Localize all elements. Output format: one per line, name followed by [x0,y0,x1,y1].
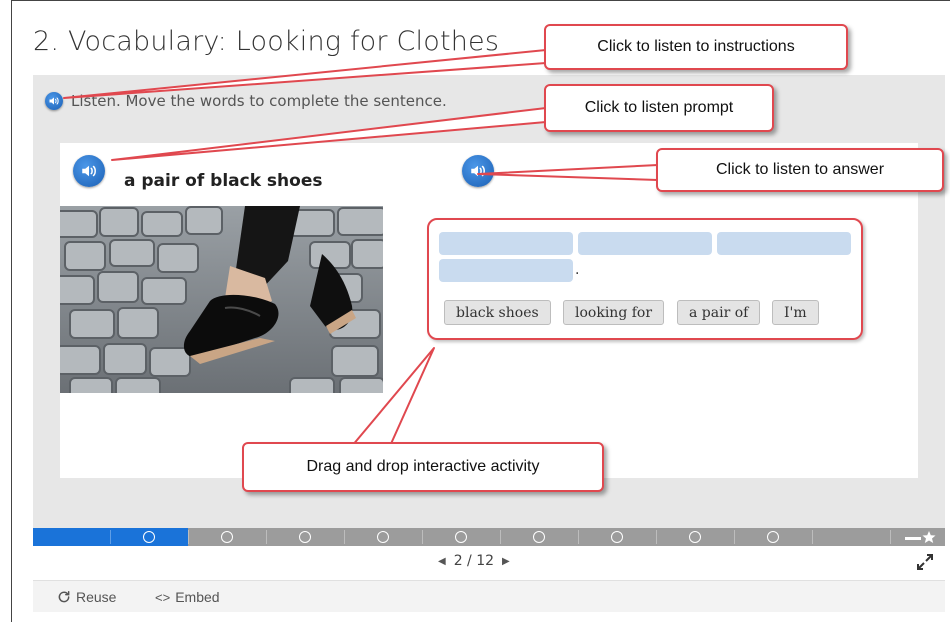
embed-button[interactable]: <> Embed [155,589,220,605]
progress-divider [266,530,267,544]
progress-divider [734,530,735,544]
page-indicator: 2 / 12 [453,553,495,569]
progress-divider [890,530,891,544]
next-arrow-icon[interactable]: ▶ [502,556,510,567]
speaker-icon [82,165,96,177]
code-icon: <> [155,589,171,605]
prompt-text: a pair of black shoes [124,171,323,191]
progress-dot[interactable] [377,531,389,543]
pager: ◀ 2 / 12 ▶ [438,553,510,569]
progress-divider [812,530,813,544]
progress-divider [422,530,423,544]
reuse-button[interactable]: Reuse [57,589,116,605]
progress-divider [110,530,111,544]
progress-dot[interactable] [533,531,545,543]
instructions-bar: Listen. Move the words to complete the s… [45,90,447,112]
progress-dot[interactable] [689,531,701,543]
callout-answer: Click to listen to answer [656,148,944,192]
progress-divider [344,530,345,544]
progress-dot[interactable] [611,531,623,543]
progress-divider [656,530,657,544]
instructions-audio-button[interactable] [45,92,63,110]
instructions-text: Listen. Move the words to complete the s… [71,92,447,110]
progress-dot[interactable] [143,531,155,543]
progress-dot[interactable] [767,531,779,543]
refresh-icon [58,591,70,603]
shoes-photo [60,206,383,393]
progress-divider [188,530,189,544]
fullscreen-icon[interactable] [916,553,934,571]
progress-dot[interactable] [221,531,233,543]
summary-star-icon[interactable] [905,530,937,544]
activity-highlight [427,218,863,340]
shoes-photo-graphic [60,206,383,393]
embed-label: Embed [175,589,220,605]
progress-dot[interactable] [299,531,311,543]
reuse-label: Reuse [76,589,117,605]
prompt-audio-button[interactable] [73,155,105,187]
page-title: 2. Vocabulary: Looking for Clothes [33,26,500,57]
callout-instructions: Click to listen to instructions [544,24,848,70]
progress-divider [578,530,579,544]
prev-arrow-icon[interactable]: ◀ [438,556,446,567]
speaker-icon [49,97,59,105]
speaker-icon [471,165,485,177]
progress-dot[interactable] [455,531,467,543]
progress-divider [500,530,501,544]
progress-bar [33,528,945,546]
callout-activity: Drag and drop interactive activity [242,442,604,492]
answer-audio-button[interactable] [462,155,494,187]
callout-prompt: Click to listen prompt [544,84,774,132]
